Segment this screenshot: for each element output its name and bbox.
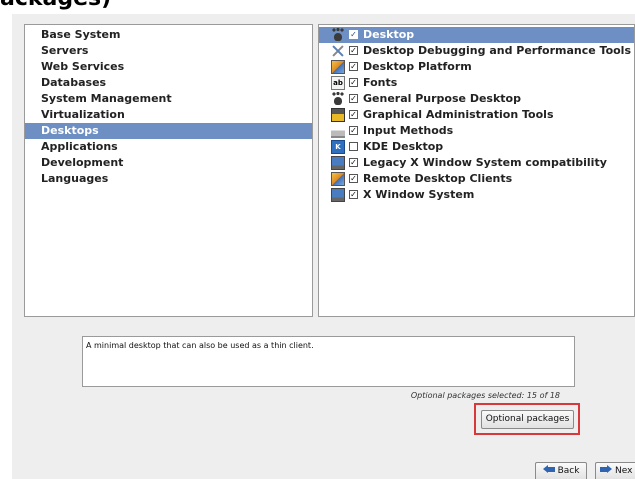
group-remote-desktop-clients[interactable]: ✓ Remote Desktop Clients — [319, 171, 634, 187]
back-button[interactable]: Back — [535, 462, 587, 479]
group-label: Desktop Platform — [363, 60, 472, 73]
category-web-services[interactable]: Web Services — [25, 59, 312, 75]
group-label: Graphical Administration Tools — [363, 108, 554, 121]
group-checkbox[interactable]: ✓ — [349, 46, 358, 55]
category-applications[interactable]: Applications — [25, 139, 312, 155]
next-arrow-icon — [600, 465, 612, 474]
category-desktops[interactable]: Desktops — [25, 123, 312, 139]
group-label: Desktop — [363, 28, 415, 41]
remote-desktop-icon — [331, 172, 345, 186]
fonts-icon: ab — [331, 76, 345, 90]
group-label: Legacy X Window System compatibility — [363, 156, 607, 169]
optional-packages-button[interactable]: Optional packages — [481, 410, 574, 429]
category-databases[interactable]: Databases — [25, 75, 312, 91]
installer-screen: ackages) Base System Servers Web Service… — [0, 0, 635, 479]
group-graphical-admin-tools[interactable]: ✓ Graphical Administration Tools — [319, 107, 634, 123]
back-arrow-icon — [542, 465, 555, 474]
group-general-purpose-desktop[interactable]: ✓ General Purpose Desktop — [319, 91, 634, 107]
group-desktop[interactable]: ✓ Desktop — [319, 27, 634, 43]
monitor-icon — [331, 156, 345, 170]
group-checkbox[interactable]: ✓ — [349, 30, 358, 39]
group-label: General Purpose Desktop — [363, 92, 521, 105]
tools-icon — [331, 44, 345, 58]
cut-title-text: ackages) — [0, 0, 111, 11]
group-label: Desktop Debugging and Performance Tools — [363, 44, 631, 57]
category-languages[interactable]: Languages — [25, 171, 312, 187]
optional-packages-status: Optional packages selected: 15 of 18 — [410, 391, 560, 400]
group-checkbox[interactable]: ✓ — [349, 78, 358, 87]
group-checkbox[interactable] — [349, 142, 358, 151]
category-list: Base System Servers Web Services Databas… — [24, 24, 313, 317]
platform-icon — [331, 60, 345, 74]
group-fonts[interactable]: ab ✓ Fonts — [319, 75, 634, 91]
group-input-methods[interactable]: ✓ Input Methods — [319, 123, 634, 139]
gnome-foot-icon — [331, 92, 345, 106]
group-checkbox[interactable]: ✓ — [349, 62, 358, 71]
keyboard-icon — [331, 124, 345, 138]
title-strip: ackages) — [0, 0, 635, 14]
next-button-label: Nex — [615, 466, 633, 476]
category-system-management[interactable]: System Management — [25, 91, 312, 107]
group-label: Input Methods — [363, 124, 454, 137]
back-button-label: Back — [557, 466, 580, 476]
group-label: X Window System — [363, 188, 475, 201]
group-label: Fonts — [363, 76, 398, 89]
group-desktop-platform[interactable]: ✓ Desktop Platform — [319, 59, 634, 75]
group-checkbox[interactable]: ✓ — [349, 110, 358, 119]
group-x-window-system[interactable]: ✓ X Window System — [319, 187, 634, 203]
group-checkbox[interactable]: ✓ — [349, 190, 358, 199]
group-description: A minimal desktop that can also be used … — [82, 336, 575, 387]
category-development[interactable]: Development — [25, 155, 312, 171]
group-label: Remote Desktop Clients — [363, 172, 513, 185]
group-checkbox[interactable]: ✓ — [349, 94, 358, 103]
category-virtualization[interactable]: Virtualization — [25, 107, 312, 123]
kde-icon: K — [331, 140, 345, 154]
group-legacy-x-window[interactable]: ✓ Legacy X Window System compatibility — [319, 155, 634, 171]
monitor-icon — [331, 188, 345, 202]
group-label: KDE Desktop — [363, 140, 444, 153]
group-checkbox[interactable]: ✓ — [349, 126, 358, 135]
gnome-foot-icon — [331, 28, 345, 42]
admin-tools-icon — [331, 108, 345, 122]
group-desktop-debugging[interactable]: ✓ Desktop Debugging and Performance Tool… — [319, 43, 634, 59]
group-kde-desktop[interactable]: K KDE Desktop — [319, 139, 634, 155]
group-checkbox[interactable]: ✓ — [349, 174, 358, 183]
description-text: A minimal desktop that can also be used … — [86, 341, 314, 350]
group-checkbox[interactable]: ✓ — [349, 158, 358, 167]
category-base-system[interactable]: Base System — [25, 27, 312, 43]
category-servers[interactable]: Servers — [25, 43, 312, 59]
next-button[interactable]: Nex — [595, 462, 635, 479]
package-group-list: ✓ Desktop ✓ Desktop Debugging and Perfor… — [318, 24, 635, 317]
